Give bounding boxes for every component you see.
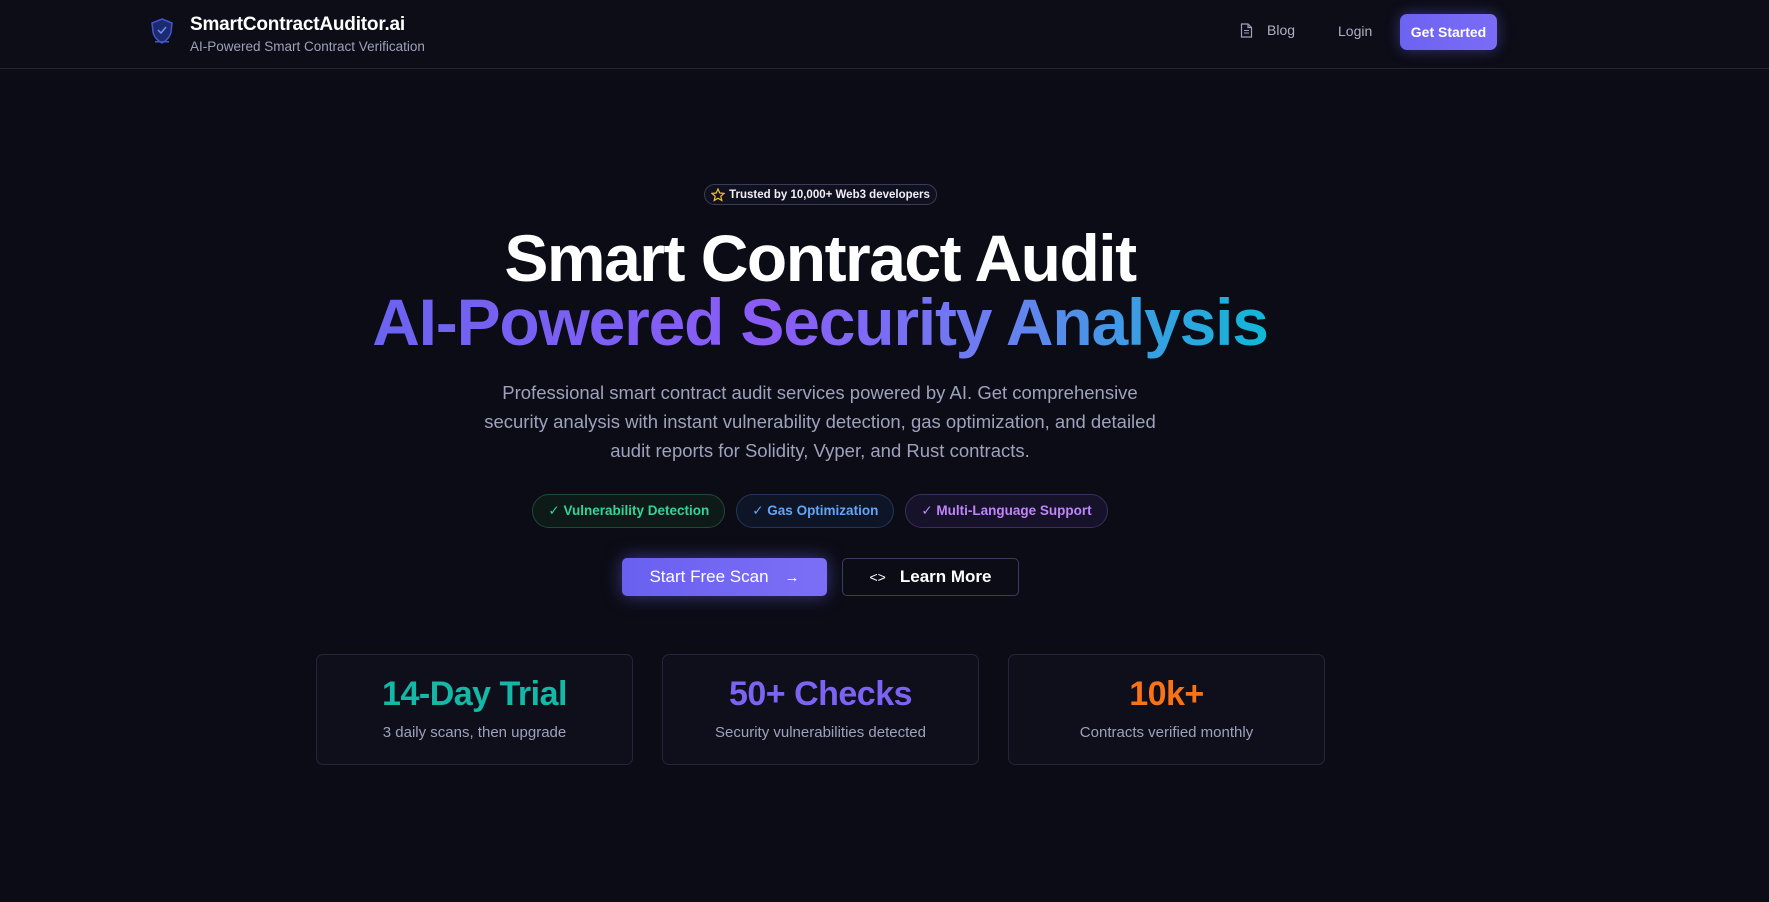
nav-blog-label: Blog — [1267, 22, 1296, 38]
brand-subtitle: AI-Powered Smart Contract Verification — [190, 39, 425, 54]
start-free-scan-button[interactable]: Start Free Scan → — [622, 558, 827, 596]
stat-value: 10k+ — [1129, 675, 1204, 713]
stat-label: 3 daily scans, then upgrade — [382, 724, 567, 741]
stat-card-checks: 50+ Checks Security vulnerabilities dete… — [662, 654, 979, 765]
hero-title: Smart Contract Audit — [504, 221, 1137, 295]
stat-card-contracts: 10k+ Contracts verified monthly — [1008, 654, 1325, 765]
stat-card-trial: 14-Day Trial 3 daily scans, then upgrade — [316, 654, 633, 765]
brand[interactable]: SmartContractAuditor.ai AI-Powered Smart… — [147, 14, 425, 54]
stat-value: 14-Day Trial — [382, 675, 567, 713]
hero-description: Professional smart contract audit servic… — [484, 382, 1156, 461]
feature-chips: ✓ Vulnerability Detection ✓ Gas Optimiza… — [0, 494, 1640, 528]
nav-login-link[interactable]: Login — [1338, 23, 1372, 39]
brand-title: SmartContractAuditor.ai — [190, 14, 405, 35]
code-icon: <> — [869, 569, 886, 585]
top-navbar: SmartContractAuditor.ai AI-Powered Smart… — [0, 0, 1769, 69]
stat-label: Security vulnerabilities detected — [715, 724, 926, 741]
hero-subtitle: AI-Powered Security Analysis — [0, 286, 1640, 358]
arrow-right-icon: → — [784, 568, 800, 586]
shield-logo-icon — [151, 18, 173, 44]
star-icon — [711, 187, 726, 202]
stat-value: 50+ Checks — [728, 675, 913, 713]
chip-vulnerability-detection: ✓ Vulnerability Detection — [532, 494, 726, 528]
nav-blog-link[interactable]: Blog — [1240, 22, 1295, 38]
learn-more-button[interactable]: <> Learn More — [842, 558, 1019, 596]
chip-multi-language: ✓ Multi-Language Support — [905, 494, 1108, 528]
learn-more-label: Learn More — [899, 567, 992, 586]
trusted-badge-label: Trusted by 10,000+ Web3 developers — [729, 188, 930, 201]
document-icon — [1240, 22, 1253, 38]
trusted-badge: Trusted by 10,000+ Web3 developers — [704, 184, 937, 205]
get-started-button[interactable]: Get Started — [1400, 14, 1497, 50]
hero-subtitle-text: AI-Powered Security Analysis — [372, 285, 1269, 359]
chip-gas-optimization: ✓ Gas Optimization — [736, 494, 895, 528]
start-free-scan-label: Start Free Scan — [649, 567, 769, 586]
stat-label: Contracts verified monthly — [1079, 724, 1254, 741]
